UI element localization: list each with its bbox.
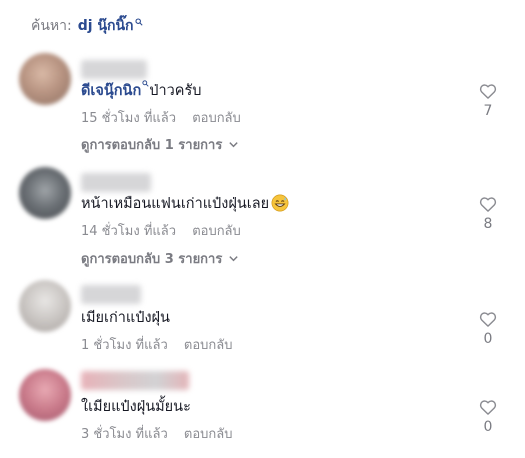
avatar[interactable] <box>19 53 71 105</box>
avatar[interactable] <box>19 167 71 219</box>
comment-body: ใเมียแป๋งฝุ่นมั้ยนะ <box>81 398 191 415</box>
heart-icon[interactable] <box>478 194 498 214</box>
heart-icon[interactable] <box>478 397 498 417</box>
like-control: 7 <box>474 81 502 119</box>
search-icon[interactable] <box>134 18 143 26</box>
search-label: ค้นหา: <box>31 18 72 34</box>
comment-meta: 1 ชั่วโมง ที่แล้ว ตอบกลับ <box>81 334 233 355</box>
reply-button[interactable]: ตอบกลับ <box>184 427 233 442</box>
avatar[interactable] <box>19 280 71 332</box>
search-header: ค้นหา: dj นุ๊กนิ๊ก <box>31 14 143 38</box>
reply-button[interactable]: ตอบกลับ <box>192 111 241 126</box>
heart-icon[interactable] <box>478 81 498 101</box>
username-blurred[interactable] <box>81 285 141 304</box>
view-replies-label: ดูการตอบกลับ 3 รายการ <box>81 252 223 267</box>
reply-button[interactable]: ตอบกลับ <box>192 224 241 239</box>
comment-text: เมียเก่าแป๋งฝุ่น <box>81 307 170 327</box>
like-control: 0 <box>474 397 502 435</box>
comment-meta: 15 ชั่วโมง ที่แล้ว ตอบกลับ <box>81 107 241 128</box>
view-replies-button[interactable]: ดูการตอบกลับ 1 รายการ <box>81 134 239 155</box>
chevron-down-icon <box>229 142 239 148</box>
username-blurred[interactable] <box>81 173 151 192</box>
like-control: 8 <box>474 194 502 232</box>
mention-link[interactable]: ดีเจนุ๊กนิก <box>81 79 149 102</box>
comment-meta: 3 ชั่วโมง ที่แล้ว ตอบกลับ <box>81 423 233 444</box>
comment-body: เมียเก่าแป๋งฝุ่น <box>81 309 170 326</box>
like-count: 0 <box>483 331 493 347</box>
comment-time: 3 ชั่วโมง ที่แล้ว <box>81 427 168 442</box>
search-icon <box>142 79 149 87</box>
comment-text: หน้าเหมือนแฟนเก่าแป๋งฝุ่นเลย <box>81 193 289 213</box>
comment-meta: 14 ชั่วโมง ที่แล้ว ตอบกลับ <box>81 220 241 241</box>
username-blurred[interactable] <box>81 60 147 79</box>
comment-time: 15 ชั่วโมง ที่แล้ว <box>81 111 177 126</box>
view-replies-button[interactable]: ดูการตอบกลับ 3 รายการ <box>81 248 239 269</box>
chevron-down-icon <box>229 256 239 262</box>
username-blurred[interactable] <box>81 371 189 390</box>
comment-text: ดีเจนุ๊กนิก ป่าวครับ <box>81 79 202 102</box>
like-count: 7 <box>483 103 493 119</box>
reply-button[interactable]: ตอบกลับ <box>184 338 233 353</box>
view-replies-label: ดูการตอบกลับ 1 รายการ <box>81 138 223 153</box>
comment-text: ใเมียแป๋งฝุ่นมั้ยนะ <box>81 396 191 416</box>
heart-icon[interactable] <box>478 309 498 329</box>
like-control: 0 <box>474 309 502 347</box>
like-count: 8 <box>483 216 493 232</box>
comment-time: 14 ชั่วโมง ที่แล้ว <box>81 224 177 239</box>
search-query-link[interactable]: dj นุ๊กนิ๊ก <box>78 15 134 37</box>
comment-body: ป่าวครับ <box>149 82 202 99</box>
comment-body: หน้าเหมือนแฟนเก่าแป๋งฝุ่นเลย <box>81 195 270 212</box>
grinning-sweat-emoji-icon <box>271 194 289 212</box>
like-count: 0 <box>483 419 493 435</box>
avatar[interactable] <box>19 369 71 421</box>
comment-time: 1 ชั่วโมง ที่แล้ว <box>81 338 168 353</box>
